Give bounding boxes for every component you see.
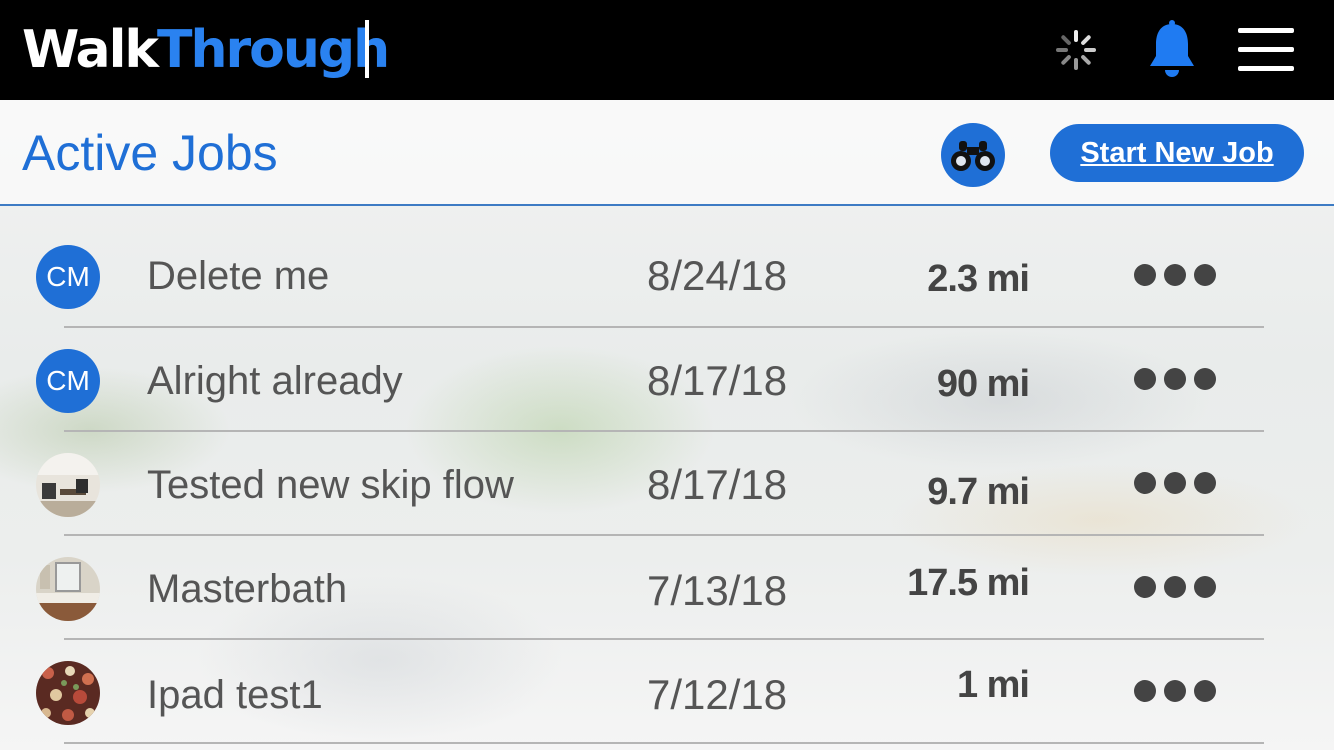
row-divider xyxy=(64,430,1264,432)
row-divider xyxy=(64,742,1264,744)
job-name: Delete me xyxy=(147,254,330,298)
job-distance: 9.7 mi xyxy=(927,471,1030,513)
job-distance: 1 mi xyxy=(956,664,1030,706)
more-options-icon[interactable] xyxy=(1134,680,1216,704)
job-row[interactable]: Tested new skip flow 8/17/18 9.7 mi xyxy=(0,434,1334,538)
more-options-icon[interactable] xyxy=(1134,472,1216,496)
job-name: Ipad test1 xyxy=(147,673,323,717)
avatar: CM xyxy=(36,349,100,413)
job-date: 8/17/18 xyxy=(647,461,788,508)
job-distance: 90 mi xyxy=(936,363,1030,405)
logo-divider xyxy=(365,20,369,78)
app-logo: WalkThrough xyxy=(22,18,390,82)
job-distance: 2.3 mi xyxy=(927,258,1030,300)
avatar-photo xyxy=(36,557,100,621)
binoculars-icon xyxy=(951,141,995,171)
job-date: 7/13/18 xyxy=(647,567,788,614)
row-divider xyxy=(64,638,1264,640)
logo-part-walk: Walk xyxy=(22,20,159,80)
job-name: Tested new skip flow xyxy=(147,463,514,507)
logo-part-through: Through xyxy=(157,20,390,80)
start-new-job-button[interactable]: Start New Job xyxy=(1050,124,1304,182)
job-date: 7/12/18 xyxy=(647,671,788,718)
loading-spinner-icon xyxy=(1056,30,1096,70)
binoculars-search-button[interactable] xyxy=(941,123,1005,187)
more-options-icon[interactable] xyxy=(1134,368,1216,392)
more-options-icon[interactable] xyxy=(1134,576,1216,600)
job-date: 8/24/18 xyxy=(647,252,788,299)
avatar-photo xyxy=(36,661,100,725)
more-options-icon[interactable] xyxy=(1134,264,1216,288)
row-divider xyxy=(64,326,1264,328)
job-name: Masterbath xyxy=(147,567,348,611)
job-distance: 17.5 mi xyxy=(907,562,1030,604)
job-row[interactable]: CM Delete me 8/24/18 2.3 mi xyxy=(0,226,1334,330)
avatar: CM xyxy=(36,245,100,309)
job-row[interactable]: Masterbath 7/13/18 17.5 mi xyxy=(0,538,1334,642)
job-date: 8/17/18 xyxy=(647,357,788,404)
page-title: Active Jobs xyxy=(22,125,278,181)
bell-icon[interactable] xyxy=(1146,20,1198,80)
job-name: Alright already xyxy=(147,359,403,403)
hamburger-menu-icon[interactable] xyxy=(1238,26,1294,74)
avatar-photo xyxy=(36,453,100,517)
row-divider xyxy=(64,534,1264,536)
top-nav-bar: WalkThrough xyxy=(0,0,1334,100)
job-row[interactable]: CM Alright already 8/17/18 90 mi xyxy=(0,330,1334,434)
job-row[interactable]: Ipad test1 7/12/18 1 mi xyxy=(0,642,1334,746)
